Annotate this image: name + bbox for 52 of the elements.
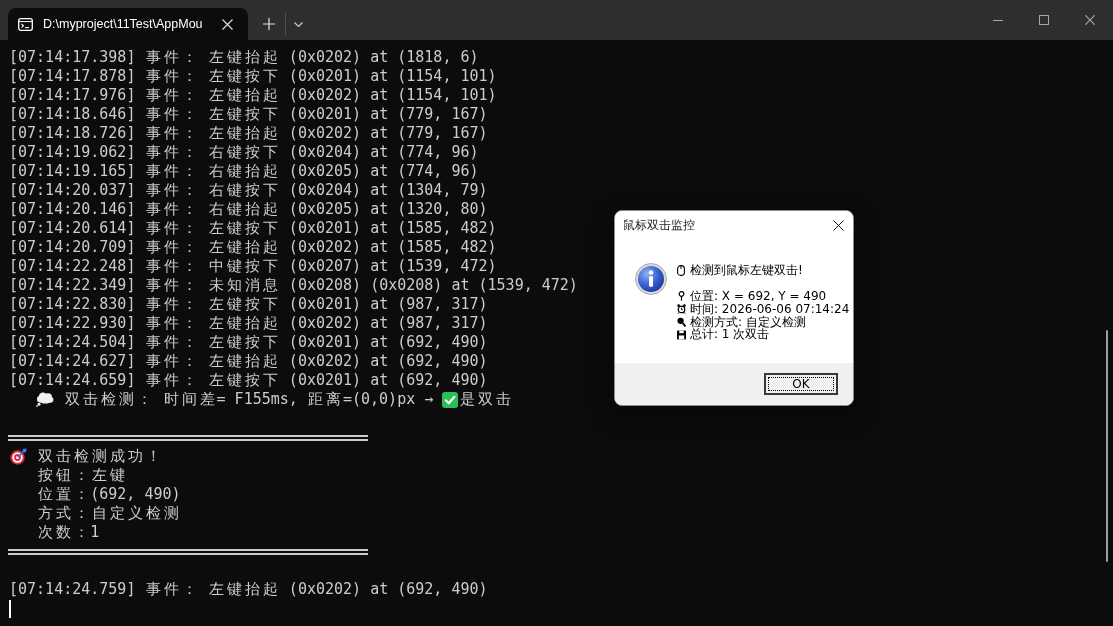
terminal-tab[interactable]: D:\myproject\11Test\AppMou <box>8 8 248 40</box>
console-line: 次数：1 <box>36 523 100 541</box>
console-line: [07:14:24.627] 事件： 左键抬起 (0x0202) at (692, 490) <box>9 352 488 371</box>
pin-icon <box>677 291 686 302</box>
dialog-detail: 总计: 1 次双击 <box>690 328 770 342</box>
console-line: [07:14:19.062] 事件： 右键按下 (0x0204) at (774, 96) <box>9 143 479 162</box>
console-line: [07:14:22.349] 事件： 未知消息 (0x0208) (0x0208) at (1539, 472) <box>9 276 578 295</box>
console-line: 按钮：左键 <box>36 466 126 484</box>
console-text: 是双击 <box>458 390 512 409</box>
console-line: [07:14:17.976] 事件： 左键抬起 (0x0202) at (1154, 101) <box>9 86 497 105</box>
console-line: [07:14:20.037] 事件： 右键按下 (0x0204) at (1304, 79) <box>9 181 488 200</box>
close-icon <box>221 18 233 30</box>
scrollbar-thumb[interactable] <box>1106 330 1108 562</box>
dialog-title: 鼠标双击监控 <box>623 216 696 234</box>
info-icon <box>635 263 667 295</box>
console-line: [07:14:24.504] 事件： 左键按下 (0x0201) at (692, 490) <box>9 333 488 352</box>
console-line: [07:14:17.878] 事件： 左键按下 (0x0201) at (1154, 101) <box>9 67 497 86</box>
console-line: 方式：自定义检测 <box>36 504 180 522</box>
close-icon <box>832 219 844 231</box>
console-line: [07:14:19.165] 事件： 右键抬起 (0x0205) at (774, 96) <box>9 162 479 181</box>
maximize-icon <box>1039 15 1049 25</box>
target-icon <box>9 448 27 465</box>
terminal-icon <box>18 17 33 31</box>
dialog-detail: 时间: 2026-06-06 07:14:24 <box>690 302 850 316</box>
console-line: [07:14:24.759] 事件： 左键抬起 (0x0202) at (692, 490) <box>9 580 488 599</box>
console-line: [07:14:18.646] 事件： 左键按下 (0x0201) at (779, 167) <box>9 105 488 124</box>
console-text: 双击检测成功！ <box>36 447 162 466</box>
console-text: 双击检测： 时间差= F155ms, 距离=(0,0)px → <box>63 390 434 409</box>
console-line: [07:14:22.930] 事件： 左键抬起 (0x0202) at (987, 317) <box>9 314 488 333</box>
console-line: [07:14:18.726] 事件： 左键抬起 (0x0202) at (779, 167) <box>9 124 488 143</box>
text-cursor <box>9 600 11 618</box>
alarm-clock-icon <box>677 304 686 315</box>
console-line: [07:14:24.659] 事件： 左键按下 (0x0201) at (692, 490) <box>9 371 488 390</box>
ok-button[interactable]: OK <box>764 373 838 395</box>
console-line: [07:14:22.830] 事件： 左键按下 (0x0201) at (987, 317) <box>9 295 488 314</box>
console-line: [07:14:20.146] 事件： 右键抬起 (0x0205) at (1320, 80) <box>9 200 488 219</box>
dialog-message: 检测到鼠标左键双击! <box>690 261 803 279</box>
dialog-detail: 位置: X = 692, Y = 490 <box>690 290 827 303</box>
chevron-down-icon <box>293 21 303 27</box>
minimize-icon <box>993 19 1003 21</box>
magnifier-icon <box>677 317 686 327</box>
dialog-detail: 检测方式: 自定义检测 <box>690 315 806 329</box>
console-line: [07:14:22.248] 事件： 中键按下 (0x0207) at (1539, 472) <box>9 257 497 276</box>
console-line: [07:14:20.709] 事件： 左键抬起 (0x0202) at (1585, 482) <box>9 238 497 257</box>
console-line: [07:14:20.614] 事件： 左键按下 (0x0201) at (1585, 482) <box>9 219 497 238</box>
console-line: 位置：(692, 490) <box>36 485 181 503</box>
mouse-icon <box>677 264 685 276</box>
plus-icon <box>263 18 275 30</box>
thought-bubble-icon <box>36 392 55 407</box>
check-icon <box>442 391 459 408</box>
close-icon <box>1085 15 1095 25</box>
console-line: [07:14:17.398] 事件： 左键抬起 (0x0202) at (1818, 6) <box>9 48 479 67</box>
